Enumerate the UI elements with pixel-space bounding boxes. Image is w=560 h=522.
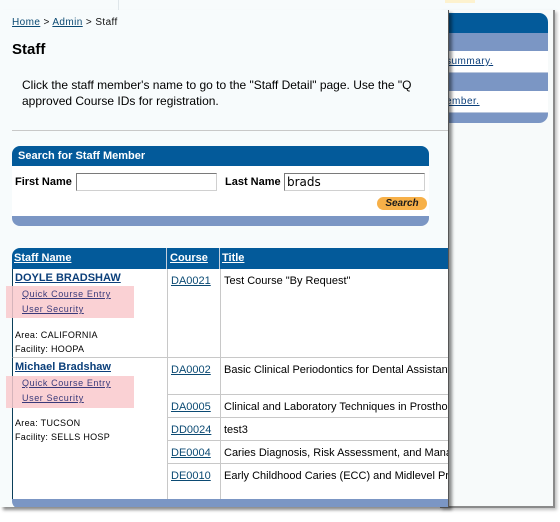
breadcrumb-admin[interactable]: Admin: [52, 17, 82, 28]
column-separator: [166, 248, 167, 269]
course-title: Caries Diagnosis, Risk Assessment, and M…: [224, 447, 449, 459]
background-panel-header: [446, 13, 548, 33]
course-row: DD0024 test3: [168, 418, 448, 441]
divider: [12, 130, 448, 131]
last-name-input[interactable]: [284, 173, 425, 191]
course-title: Clinical and Laboratory Techniques in Pr…: [224, 401, 449, 413]
staff-name-link[interactable]: DOYLE BRADSHAW: [15, 272, 121, 284]
background-panel-row: ember.: [446, 91, 548, 113]
course-code-link[interactable]: DE0004: [171, 447, 211, 459]
results-footer: [12, 499, 448, 507]
staff-row: Michael Bradshaw Quick Course Entry User…: [6, 358, 449, 499]
staff-facility: Facility: HOOPA: [15, 344, 85, 354]
course-code-link[interactable]: DE0010: [171, 470, 211, 482]
quick-course-entry-link[interactable]: Quick Course Entry: [22, 289, 111, 299]
user-security-link[interactable]: User Security: [22, 393, 84, 403]
course-title: Early Childhood Caries (ECC) and Midleve…: [224, 470, 449, 482]
staff-area: Area: TUCSON: [15, 418, 81, 428]
breadcrumb-current: Staff: [95, 17, 118, 28]
staff-name-link[interactable]: Michael Bradshaw: [15, 361, 111, 373]
last-name-label: Last Name: [225, 176, 281, 188]
course-code-link[interactable]: DA0005: [171, 401, 211, 413]
search-panel-footer: [12, 216, 429, 226]
staff-area: Area: CALIFORNIA: [15, 330, 98, 340]
quick-course-entry-link[interactable]: Quick Course Entry: [22, 378, 111, 388]
breadcrumb-home[interactable]: Home: [12, 17, 40, 28]
staff-facility: Facility: SELLS HOSP: [15, 432, 111, 442]
background-panel-subheader: [446, 73, 548, 91]
first-name-input[interactable]: [76, 173, 217, 191]
search-button[interactable]: Search: [377, 197, 427, 210]
breadcrumb: Home > Admin > Staff: [12, 17, 118, 28]
user-security-link[interactable]: User Security: [22, 304, 84, 314]
course-title: Basic Clinical Periodontics for Dental A…: [224, 364, 449, 376]
background-divider: [118, 0, 119, 10]
background-summary-link[interactable]: summary.: [446, 56, 493, 67]
intro-line-1: Click the staff member's name to go to t…: [22, 78, 412, 92]
background-member-link[interactable]: ember.: [446, 96, 480, 107]
course-row: DE0010 Early Childhood Caries (ECC) and …: [168, 464, 449, 499]
breadcrumb-separator: >: [85, 17, 93, 28]
column-separator: [219, 248, 220, 269]
intro-line-2: approved Course IDs for registration.: [22, 94, 219, 108]
results-header: Staff Name Course Title: [12, 248, 448, 269]
staff-page: Home > Admin > Staff Staff Click the sta…: [0, 10, 449, 507]
course-row: DA0002 Basic Clinical Periodontics for D…: [168, 358, 449, 395]
breadcrumb-separator: >: [43, 17, 50, 28]
course-code-link[interactable]: DA0002: [171, 364, 211, 376]
search-form: First Name Last Name Search: [12, 166, 429, 216]
background-panel-footer: [446, 113, 548, 123]
course-title: test3: [224, 424, 248, 436]
course-row: DA0005 Clinical and Laboratory Technique…: [168, 395, 449, 418]
column-header-staff-name[interactable]: Staff Name: [14, 252, 71, 264]
page-title: Staff: [12, 41, 46, 58]
background-panel-row: summary.: [446, 51, 548, 73]
search-panel: Search for Staff Member First Name Last …: [12, 146, 429, 226]
background-accent: [445, 0, 475, 3]
course-row: DE0004 Caries Diagnosis, Risk Assessment…: [168, 441, 449, 464]
background-window-strip: [0, 0, 560, 10]
staff-row: DOYLE BRADSHAW Quick Course Entry User S…: [6, 269, 448, 358]
course-code-link[interactable]: DA0021: [171, 275, 211, 287]
results-table: Staff Name Course Title DOYLE BRADSHAW Q…: [6, 248, 449, 507]
course-code-link[interactable]: DD0024: [171, 424, 211, 436]
course-row: DA0021 Test Course "By Request": [168, 269, 448, 357]
course-title: Test Course "By Request": [224, 275, 351, 287]
background-panel-subheader: [446, 33, 548, 51]
search-panel-title: Search for Staff Member: [12, 146, 429, 166]
background-info-panel: summary. ember.: [446, 13, 548, 123]
column-header-title[interactable]: Title: [222, 252, 244, 264]
column-header-course[interactable]: Course: [170, 252, 208, 264]
intro-text: Click the staff member's name to go to t…: [22, 77, 448, 109]
first-name-label: First Name: [15, 176, 72, 188]
